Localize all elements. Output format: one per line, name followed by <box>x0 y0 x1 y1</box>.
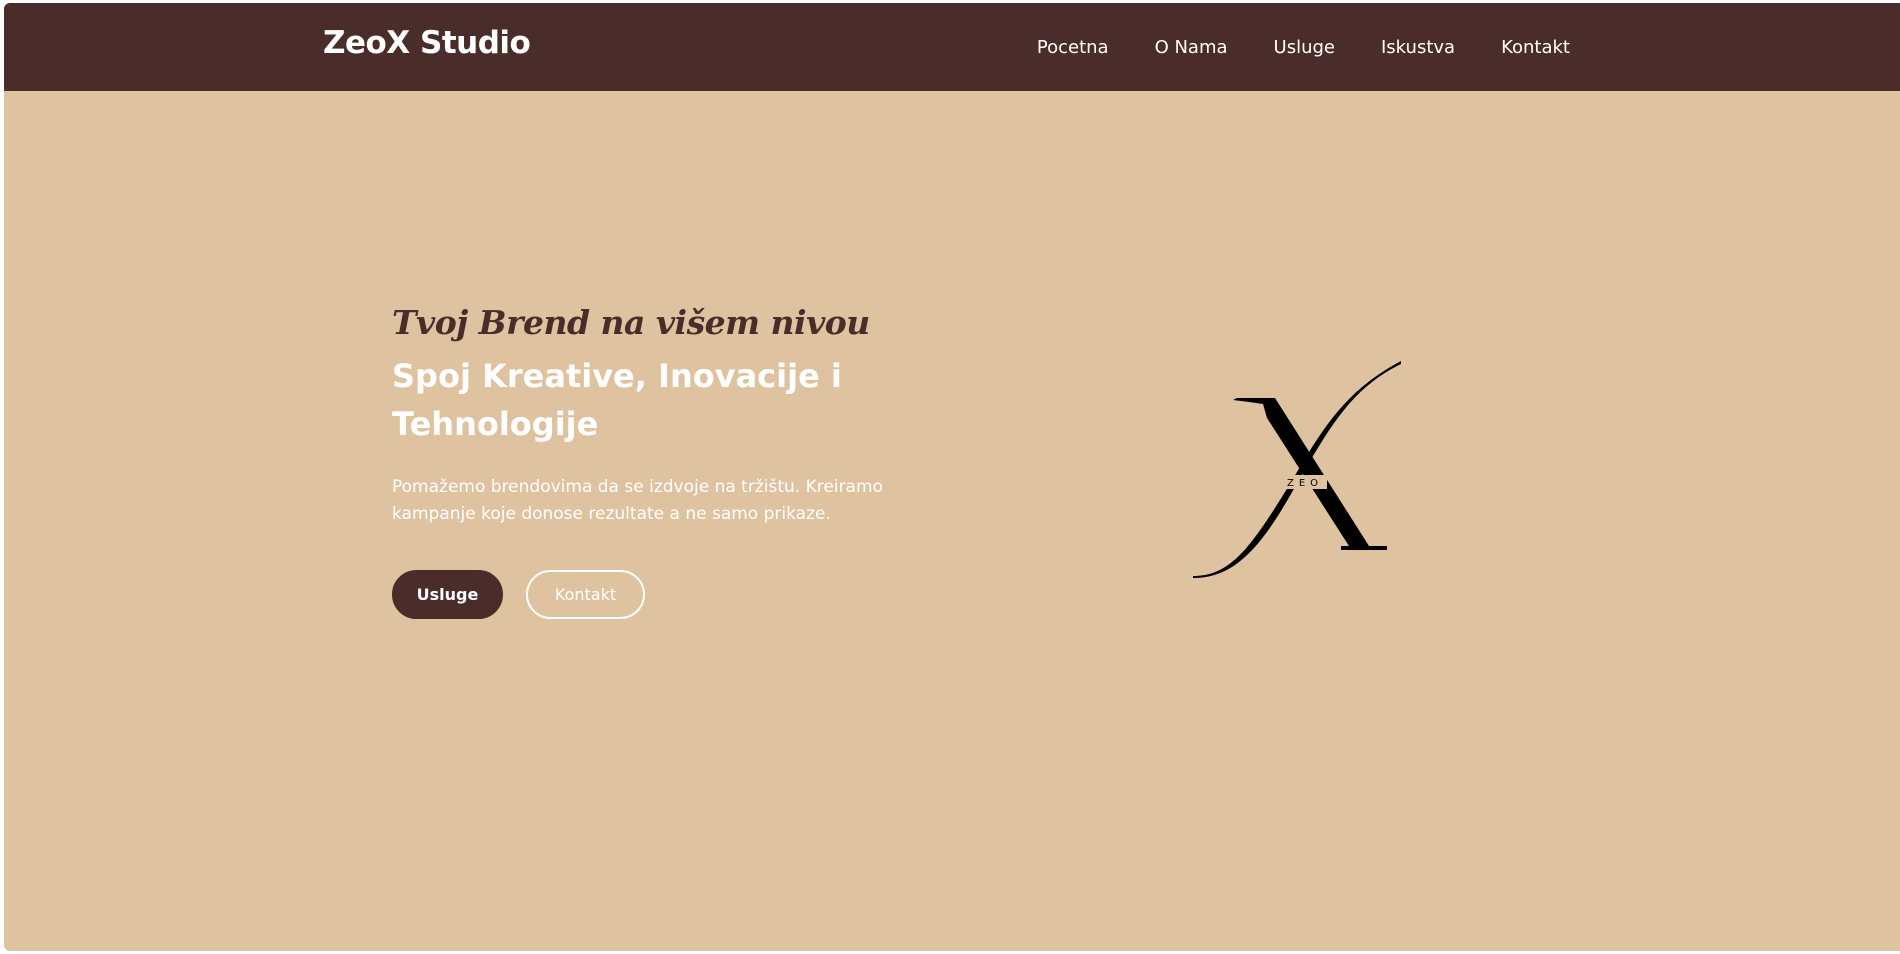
kontakt-button[interactable]: Kontakt <box>526 570 645 619</box>
logo-x-thin-stroke <box>1193 361 1401 578</box>
page-frame: ZeoX Studio Pocetna O Nama Usluge Iskust… <box>4 3 1900 951</box>
nav-item: Usluge <box>1274 37 1335 58</box>
nav-item: Iskustva <box>1381 37 1455 58</box>
nav-link-iskustva[interactable]: Iskustva <box>1381 37 1455 58</box>
nav-link-pocetna[interactable]: Pocetna <box>1037 37 1109 58</box>
hero-headline: Spoj Kreative, Inovacije i Tehnologije <box>392 357 842 443</box>
nav-link-kontakt[interactable]: Kontakt <box>1501 37 1570 58</box>
nav-menu: Pocetna O Nama Usluge Iskustva Kontakt <box>1037 37 1570 58</box>
nav-item: Pocetna <box>1037 37 1109 58</box>
usluge-button[interactable]: Usluge <box>392 570 503 619</box>
nav-item: Kontakt <box>1501 37 1570 58</box>
nav-link-o-nama[interactable]: O Nama <box>1155 37 1228 58</box>
hero-description: Pomažemo brendovima da se izdvoje na trž… <box>392 477 883 524</box>
logo-label-text: ZEO <box>1287 478 1323 489</box>
brand-logo-text[interactable]: ZeoX Studio <box>323 25 531 61</box>
hero-tagline: Tvoj Brend na višem nivou <box>392 303 870 342</box>
nav-item: O Nama <box>1155 37 1228 58</box>
zeox-x-logo: ZEO <box>1193 361 1401 578</box>
hero-section: Tvoj Brend na višem nivou Spoj Kreative,… <box>392 303 912 619</box>
nav-link-usluge[interactable]: Usluge <box>1274 37 1335 58</box>
navbar: ZeoX Studio Pocetna O Nama Usluge Iskust… <box>4 3 1900 91</box>
hero-buttons: Usluge Kontakt <box>392 570 912 619</box>
logo-x-thick-stroke <box>1233 398 1387 550</box>
